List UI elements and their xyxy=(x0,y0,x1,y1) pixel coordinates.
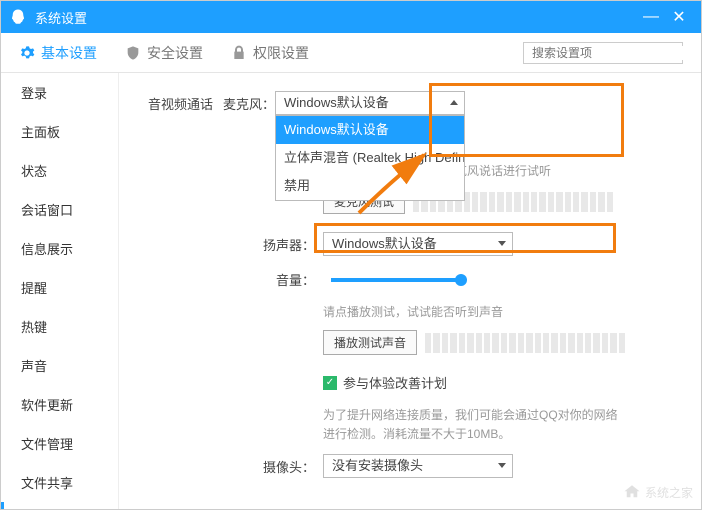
search-input[interactable] xyxy=(532,46,687,60)
improve-desc: 为了提升网络连接质量，我们可能会通过QQ对你的网络进行检测。消耗流量不大于10M… xyxy=(323,406,623,444)
speaker-select-value: Windows默认设备 xyxy=(332,236,437,251)
app-logo-icon xyxy=(9,8,27,26)
camera-select[interactable]: 没有安装摄像头 xyxy=(323,454,513,478)
speaker-test-button[interactable]: 播放测试声音 xyxy=(323,330,417,355)
improve-label: 参与体验改善计划 xyxy=(343,373,447,392)
tab-security-label: 安全设置 xyxy=(147,43,203,63)
mic-option-1[interactable]: 立体声混音 (Realtek High Definition xyxy=(276,144,464,172)
shield-icon xyxy=(125,45,141,61)
camera-select-value: 没有安装摄像头 xyxy=(332,458,423,473)
mic-option-0[interactable]: Windows默认设备 xyxy=(276,116,464,144)
mic-select[interactable]: Windows默认设备 Windows默认设备立体声混音 (Realtek Hi… xyxy=(275,91,465,115)
tab-permission-label: 权限设置 xyxy=(253,43,309,63)
watermark: 系统之家 xyxy=(623,483,693,501)
home-icon xyxy=(623,483,641,501)
sidebar-item-4[interactable]: 信息展示 xyxy=(1,229,118,268)
sidebar-item-9[interactable]: 文件管理 xyxy=(1,424,118,463)
tab-security[interactable]: 安全设置 xyxy=(125,43,203,63)
speaker-tip: 请点播放测试，试试能否听到声音 xyxy=(323,303,677,320)
improve-checkbox[interactable]: ✓ xyxy=(323,376,337,390)
sidebar-item-6[interactable]: 热键 xyxy=(1,307,118,346)
speaker-select[interactable]: Windows默认设备 xyxy=(323,232,513,256)
mic-select-value: Windows默认设备 xyxy=(284,95,389,110)
sidebar-item-2[interactable]: 状态 xyxy=(1,151,118,190)
section-label: 音视频通话 xyxy=(147,94,213,113)
tab-permission[interactable]: 权限设置 xyxy=(231,43,309,63)
sidebar-item-10[interactable]: 文件共享 xyxy=(1,463,118,502)
close-button[interactable]: ✕ xyxy=(665,7,693,27)
mic-label: 麦克风： xyxy=(223,94,275,113)
sidebar-item-3[interactable]: 会话窗口 xyxy=(1,190,118,229)
tab-basic[interactable]: 基本设置 xyxy=(19,43,97,63)
search-box[interactable] xyxy=(523,42,683,64)
chevron-up-icon xyxy=(450,100,458,105)
content-pane: 音视频通话 麦克风： Windows默认设备 Windows默认设备立体声混音 … xyxy=(119,73,701,509)
chevron-down-icon xyxy=(498,463,506,468)
mic-dropdown: Windows默认设备立体声混音 (Realtek High Definitio… xyxy=(275,115,465,201)
window-title: 系统设置 xyxy=(35,8,637,27)
lock-icon xyxy=(231,45,247,61)
gear-icon xyxy=(19,45,35,61)
speaker-volume-label: 音量： xyxy=(255,270,315,289)
speaker-label: 扬声器： xyxy=(255,235,315,254)
sidebar-item-7[interactable]: 声音 xyxy=(1,346,118,385)
sidebar-item-1[interactable]: 主面板 xyxy=(1,112,118,151)
sidebar-item-8[interactable]: 软件更新 xyxy=(1,385,118,424)
sidebar: 登录主面板状态会话窗口信息展示提醒热键声音软件更新文件管理文件共享音视频通话 xyxy=(1,73,119,509)
tab-basic-label: 基本设置 xyxy=(41,43,97,63)
sidebar-item-11[interactable]: 音视频通话 xyxy=(1,502,118,509)
speaker-volume-slider[interactable] xyxy=(331,278,461,282)
sidebar-item-0[interactable]: 登录 xyxy=(1,73,118,112)
chevron-down-icon xyxy=(498,241,506,246)
sidebar-item-5[interactable]: 提醒 xyxy=(1,268,118,307)
camera-label: 摄像头： xyxy=(255,457,315,476)
speaker-level-bars xyxy=(425,333,625,353)
mic-option-2[interactable]: 禁用 xyxy=(276,172,464,200)
minimize-button[interactable]: — xyxy=(637,8,665,26)
